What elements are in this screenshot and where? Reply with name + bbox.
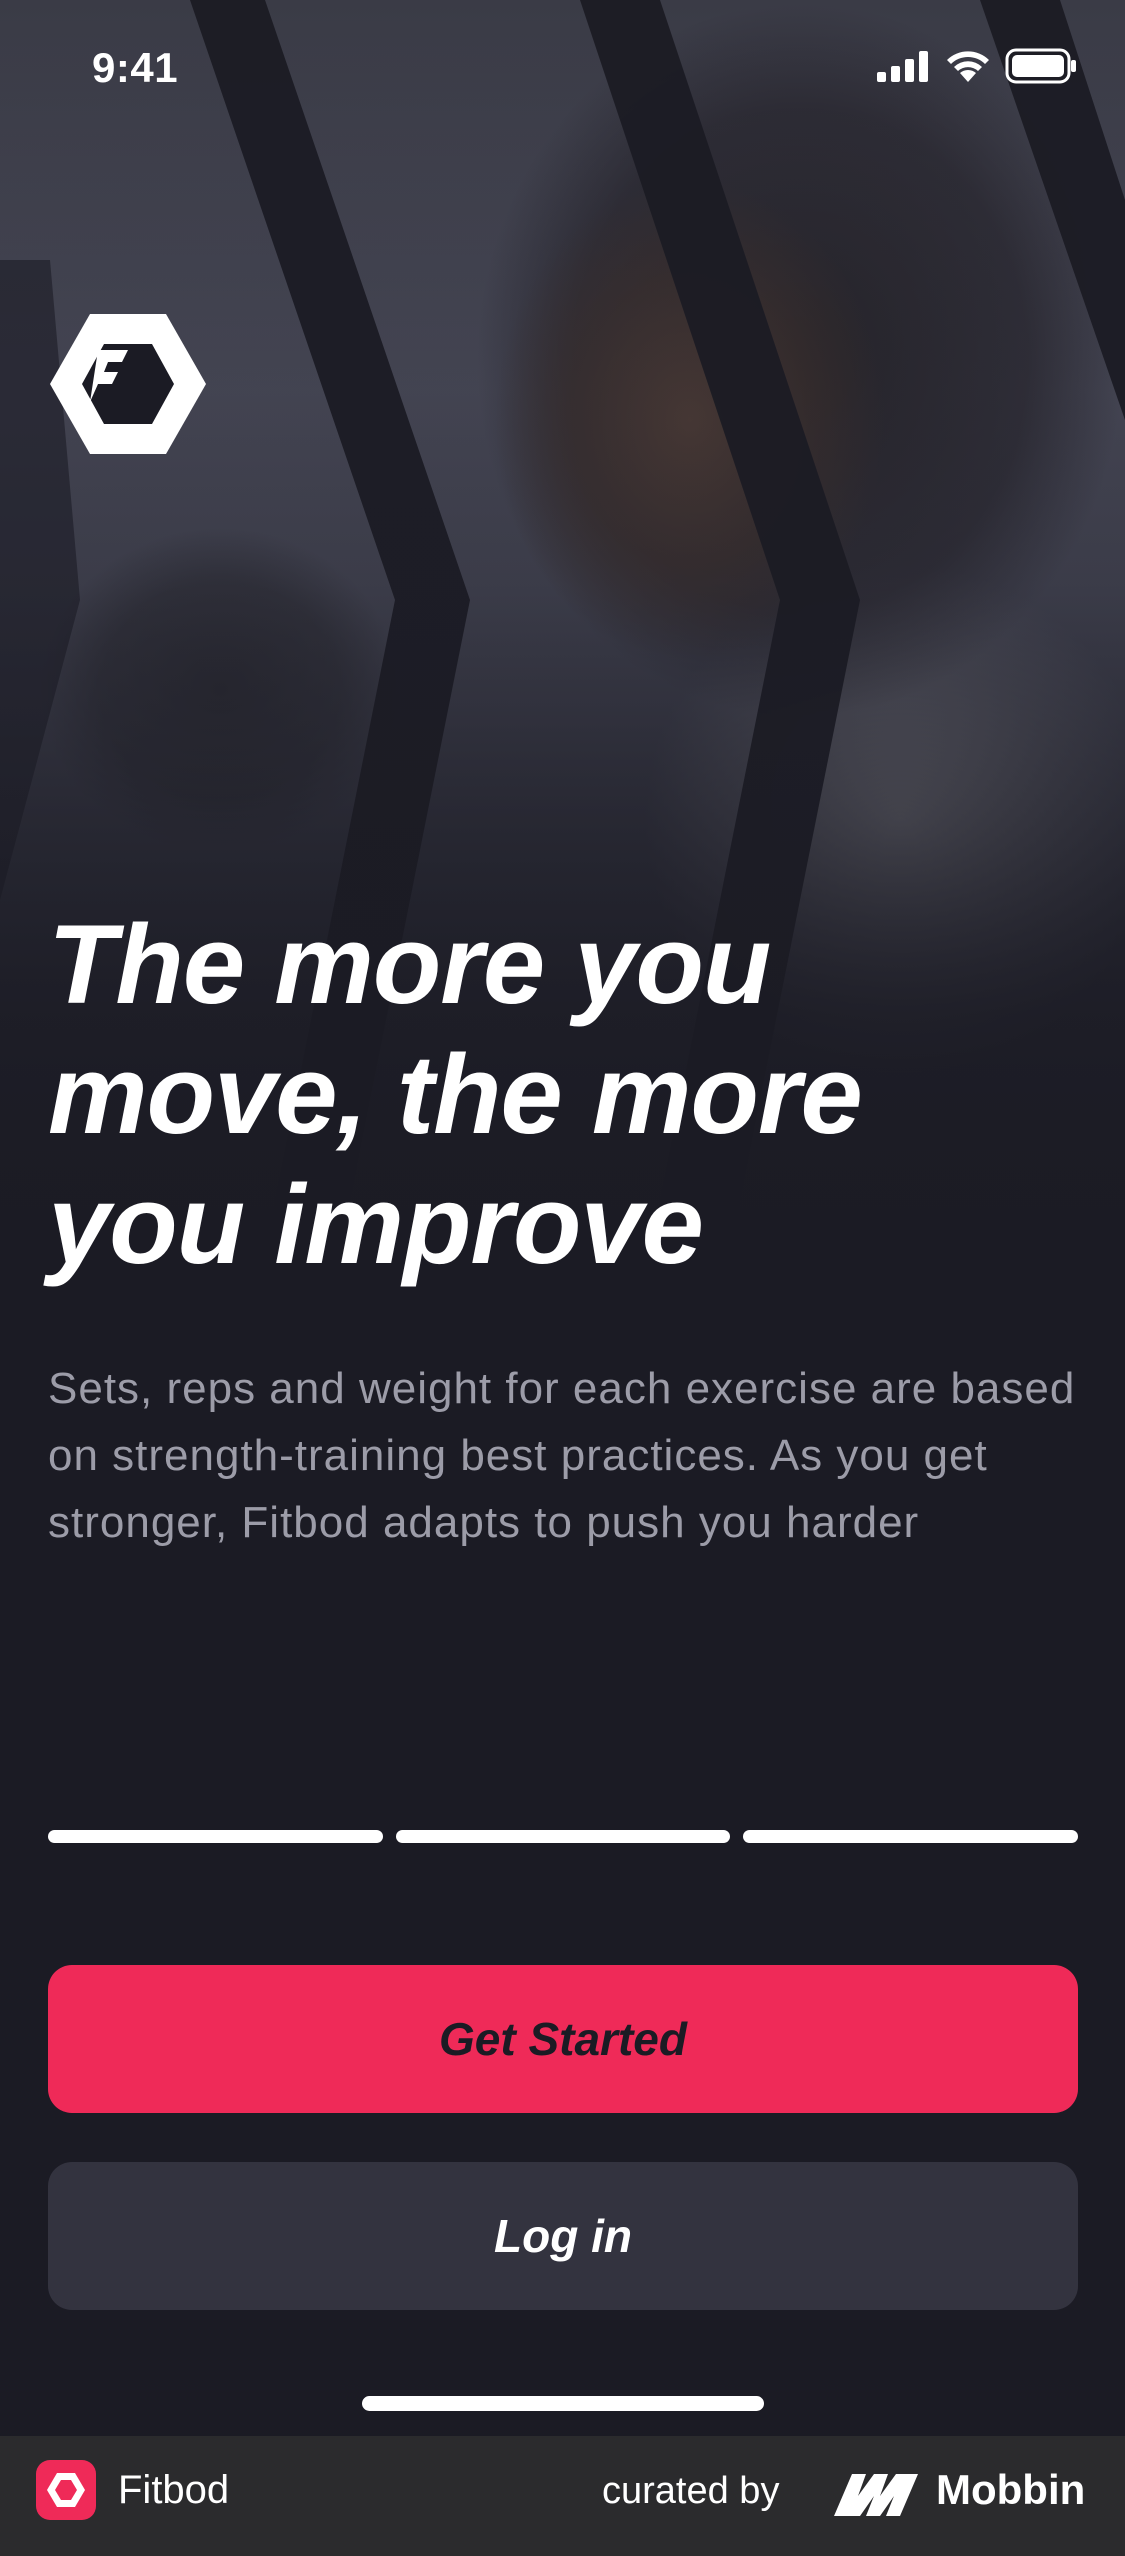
fitbod-app-icon	[36, 2460, 96, 2520]
progress-segment	[395, 1830, 731, 1843]
page-progress-indicator	[48, 1830, 1079, 1843]
onboarding-description: Sets, reps and weight for each exercise …	[48, 1364, 1076, 1547]
fitbod-logo-icon	[50, 314, 206, 454]
mobbin-logo-icon	[834, 2474, 918, 2516]
attribution-footer: Fitbod curated by Mobbin	[0, 2436, 1125, 2556]
status-icons	[877, 48, 1077, 84]
get-started-button[interactable]: Get Started	[48, 1965, 1078, 2113]
onboarding-screen: 9:41 The more you move, the more you imp…	[0, 0, 1125, 2436]
footer-app-name: Fitbod	[118, 2468, 230, 2512]
onboarding-headline: The more you move, the more you improve	[48, 902, 863, 1287]
curated-by-label: curated by	[602, 2470, 780, 2512]
log-in-button[interactable]: Log in	[48, 2162, 1078, 2310]
status-time: 9:41	[92, 44, 179, 91]
cellular-signal-icon	[877, 51, 928, 82]
home-indicator[interactable]	[362, 2396, 764, 2411]
progress-segment	[48, 1830, 383, 1843]
mobbin-brand-name: Mobbin	[936, 2466, 1086, 2513]
wifi-icon	[947, 51, 989, 82]
fitbod-hexagon-icon	[47, 2473, 85, 2507]
progress-segment	[743, 1830, 1079, 1843]
battery-icon	[1005, 48, 1076, 84]
